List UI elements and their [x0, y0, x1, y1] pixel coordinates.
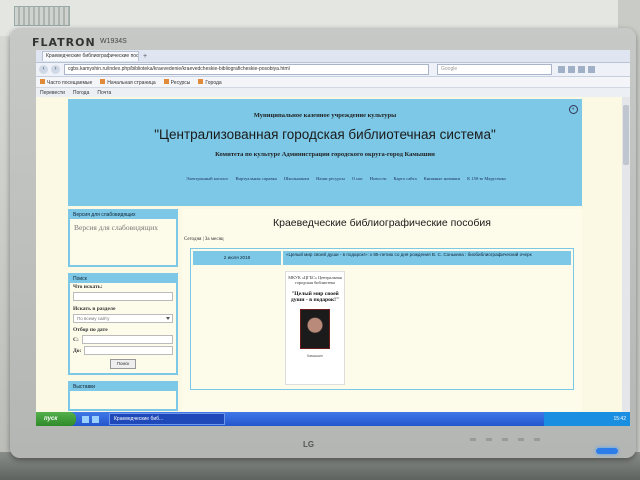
exhibits-header: Выставки — [70, 383, 176, 391]
download-icon — [568, 66, 575, 73]
org-name: Муниципальное казенное учреждение культу… — [253, 112, 397, 119]
date-from-row: С: — [70, 334, 176, 345]
bookmarks-bar: Часто посещаемые Начальная страница Ресу… — [36, 77, 630, 88]
bookmark-item[interactable]: Часто посещаемые — [40, 78, 92, 86]
cover-header: МКУК «ЦГБС» Центральная городская библио… — [288, 275, 342, 285]
browser-icon — [82, 415, 89, 423]
committee-name: Комитета по культуре Администрации город… — [215, 151, 435, 158]
bookmark-item[interactable]: Ресурсы — [163, 78, 190, 86]
section-label: Искать в разделе — [73, 306, 116, 312]
address-bar[interactable]: cgbs.kamyshin.ru/index.php/biblioteka/kr… — [64, 64, 429, 75]
site-body: Версия для слабовидящих Версия для слабо… — [68, 209, 582, 412]
accessibility-box: Версия для слабовидящих Версия для слабо… — [68, 209, 178, 267]
from-label: С: — [73, 336, 79, 343]
browser-tab[interactable]: Краеведческие библиографические пособия — [42, 51, 139, 61]
nav-item[interactable]: Карта сайта — [393, 176, 416, 181]
cover-title: "Целый мир своей души - в подарок!" — [290, 291, 340, 303]
menu-icon — [588, 66, 595, 73]
page-title: Краеведческие библиографические пособия — [273, 217, 491, 229]
monitor-maker-logo: LG — [303, 440, 315, 449]
forward-icon[interactable]: › — [51, 65, 60, 74]
screen: Краеведческие библиографические пособия … — [36, 50, 630, 426]
date-from-input[interactable] — [81, 335, 173, 344]
tab-bar: Краеведческие библиографические пособия … — [36, 50, 630, 63]
bookmark-item[interactable]: Города — [198, 78, 222, 86]
star-icon — [558, 66, 565, 73]
date-to-input[interactable] — [84, 346, 173, 355]
site-header: ◐ Муниципальное казенное учреждение куль… — [68, 99, 582, 206]
start-button[interactable]: пуск — [36, 412, 76, 426]
main-nav: Электронный каталог Виртуальная справка … — [186, 176, 506, 181]
search-box-panel: Поиск Что искать: Искать в разделе По вс… — [68, 273, 178, 375]
quick-launch[interactable] — [82, 415, 99, 423]
cover-portrait — [300, 309, 330, 349]
accessibility-link[interactable]: Версия для слабовидящих — [70, 219, 176, 265]
book-cover-image[interactable]: МКУК «ЦГБС» Центральная городская библио… — [285, 271, 345, 385]
breadcrumb[interactable]: Сегодня | За месяц — [182, 237, 582, 246]
monitor-controls[interactable] — [470, 438, 540, 441]
addon-item[interactable]: Перевести — [40, 90, 65, 96]
search-label: Что искать: — [73, 284, 103, 290]
page-viewport: ◐ Муниципальное казенное учреждение куль… — [36, 97, 622, 412]
addon-item[interactable]: Погода — [73, 90, 89, 96]
exhibits-box: Выставки — [68, 381, 178, 411]
accessibility-header: Версия для слабовидящих — [70, 211, 176, 219]
section-select[interactable]: По всему сайту — [73, 314, 173, 323]
search-input[interactable] — [73, 292, 173, 301]
date-to-row: До: — [70, 345, 176, 356]
item-date: 2 июля 2018 — [193, 251, 281, 265]
addon-item[interactable]: Почта — [97, 90, 111, 96]
accessibility-icon[interactable]: ◐ — [569, 105, 578, 114]
search-header: Поиск — [70, 275, 176, 283]
monitor-model: W1934S — [100, 38, 127, 45]
nav-item[interactable]: Электронный каталог — [186, 176, 228, 181]
monitor-brand: FLATRON — [32, 36, 96, 49]
date-filter-label: Отбор по дате — [73, 327, 108, 333]
cover-footer: Камышин — [307, 354, 323, 358]
back-icon[interactable]: ‹ — [39, 65, 48, 74]
nav-item[interactable]: Книжные новинки — [424, 176, 460, 181]
desktop-icon — [92, 415, 99, 423]
ceiling-vent — [14, 6, 70, 26]
home-icon — [578, 66, 585, 73]
nav-item[interactable]: Виртуальная справка — [235, 176, 276, 181]
new-tab-button[interactable]: + — [143, 53, 147, 60]
taskbar: пуск Краеведческие биб... 15:42 — [36, 412, 630, 426]
item-title-link[interactable]: «Целый мир своей души - в подарок!»: к 8… — [283, 251, 571, 265]
main-content: Краеведческие библиографические пособия … — [182, 209, 582, 412]
site-name: "Централизованная городская библиотечная… — [154, 127, 496, 142]
nav-item[interactable]: О нас — [352, 176, 363, 181]
to-label: До: — [73, 347, 82, 354]
search-box[interactable]: Google — [437, 64, 552, 75]
nav-item[interactable]: Новости — [370, 176, 387, 181]
nav-item[interactable]: К 150-ю Марусенко — [467, 176, 506, 181]
scrollbar-thumb[interactable] — [623, 105, 629, 165]
nav-item[interactable]: Наши ресурсы — [316, 176, 345, 181]
site: ◐ Муниципальное казенное учреждение куль… — [68, 99, 582, 412]
sidebar: Версия для слабовидящих Версия для слабо… — [68, 209, 178, 412]
taskbar-window-button[interactable]: Краеведческие биб... — [109, 413, 225, 425]
nav-bar: ‹ › cgbs.kamyshin.ru/index.php/bibliotek… — [36, 63, 630, 77]
search-button[interactable]: Поиск — [110, 359, 136, 369]
table-row: 2 июля 2018 «Целый мир своей души - в по… — [193, 251, 571, 265]
system-tray: 15:42 — [544, 412, 630, 426]
items-table: 2 июля 2018 «Целый мир своей души - в по… — [190, 248, 574, 390]
power-led[interactable] — [596, 448, 618, 454]
nav-item[interactable]: Школьникам — [284, 176, 309, 181]
bookmark-item[interactable]: Начальная страница — [100, 78, 156, 86]
clock: 15:42 — [613, 416, 626, 422]
toolbar-icons[interactable] — [558, 66, 595, 73]
scrollbar[interactable] — [622, 97, 630, 412]
